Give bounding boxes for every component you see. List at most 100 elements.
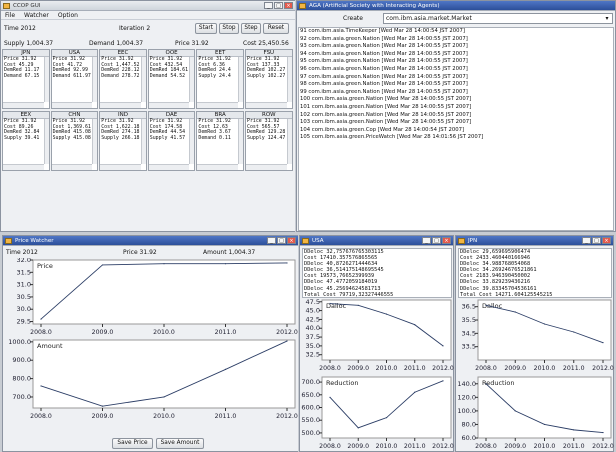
y-tick-label: 600.0 (301, 404, 320, 412)
nation-values: Price 31.92 Cost 45.29 DemRed 11.17 Dema… (4, 56, 40, 79)
vertical-scrollbar[interactable] (286, 57, 292, 102)
horizontal-scrollbar[interactable] (3, 102, 44, 108)
agent-list-item[interactable]: 102 com.ibm.asia.green.Nation [Wed Mar 2… (299, 112, 613, 120)
agent-list-item[interactable]: 94 com.ibm.asia.green.Nation [Wed Mar 28… (299, 51, 613, 59)
close-icon[interactable]: × (287, 237, 296, 244)
vertical-scrollbar[interactable] (286, 119, 292, 164)
agent-list-item[interactable]: 91 com.ibm.asia.TimeKeeper [Wed Mar 28 1… (299, 28, 613, 36)
minimize-icon[interactable]: _ (267, 237, 276, 244)
nation-panel-eet: EET Price 31.92 Cost 6.36 DemRed 24.4 Sup… (196, 49, 244, 109)
minimize-icon[interactable]: _ (582, 237, 591, 244)
close-icon[interactable]: × (442, 237, 451, 244)
horizontal-scrollbar[interactable] (246, 102, 287, 108)
save-price-button[interactable]: Save Price (112, 438, 153, 449)
agent-list[interactable]: 91 com.ibm.asia.TimeKeeper [Wed Mar 28 1… (298, 27, 614, 231)
y-tick-label: 32.0 (17, 258, 31, 264)
horizontal-scrollbar[interactable] (3, 164, 44, 170)
y-tick-label: 900.0 (12, 356, 31, 364)
usa-log[interactable]: DDeloc 32,757676765303115 Cost 17410.357… (302, 248, 452, 298)
agent-list-item[interactable]: 97 com.ibm.asia.green.Nation [Wed Mar 28… (299, 74, 613, 82)
x-tick-label: 2010.0 (376, 443, 398, 450)
minimize-icon[interactable]: _ (264, 2, 273, 9)
agent-list-item[interactable]: 103 com.ibm.asia.green.Nation [Wed Mar 2… (299, 119, 613, 127)
maximize-icon[interactable]: □ (432, 237, 441, 244)
vertical-scrollbar[interactable] (237, 119, 243, 164)
agent-list-item[interactable]: 100 com.ibm.asia.green.Nation [Wed Mar 2… (299, 96, 613, 104)
y-tick-label: 31.0 (17, 281, 31, 289)
x-tick-label: 2009.0 (92, 329, 114, 336)
chart-title: Reduction (326, 379, 359, 387)
agent-list-item[interactable]: 93 com.ibm.asia.green.Nation [Wed Mar 28… (299, 43, 613, 51)
vertical-scrollbar[interactable] (92, 57, 98, 102)
ccop-titlebar[interactable]: CCOP GUI _ □ × (1, 1, 295, 11)
x-tick-label: 2009.0 (504, 443, 526, 450)
vertical-scrollbar[interactable] (140, 57, 146, 102)
save-amount-button[interactable]: Save Amount (156, 438, 204, 449)
vertical-scrollbar[interactable] (43, 57, 49, 102)
close-icon[interactable]: × (284, 2, 293, 9)
x-tick-label: 2011.0 (404, 365, 426, 372)
nation-values: Price 31.92 Cost 41.72 DemRed 92.99 Dema… (52, 56, 91, 79)
menu-option[interactable]: Option (58, 11, 78, 19)
x-tick-label: 2010.0 (534, 443, 556, 450)
step-button[interactable]: Step (241, 23, 261, 34)
agent-list-item[interactable]: 99 com.ibm.asia.green.Nation [Wed Mar 28… (299, 89, 613, 97)
agent-list-item[interactable]: 104 com.ibm.asia.green.Cop [Wed Mar 28 1… (299, 127, 613, 135)
horizontal-scrollbar[interactable] (100, 164, 141, 170)
x-tick-label: 2012.0 (276, 413, 298, 420)
y-tick-label: 35.0 (306, 342, 320, 350)
demand-label: Demand 1,004.37 (89, 40, 144, 47)
usa-titlebar[interactable]: USA _ □ × (300, 236, 453, 246)
create-label: Create (343, 15, 363, 22)
vertical-scrollbar[interactable] (189, 57, 195, 102)
vertical-scrollbar[interactable] (189, 119, 195, 164)
maximize-icon[interactable]: □ (274, 2, 283, 9)
agent-list-item[interactable]: 98 com.ibm.asia.green.Nation [Wed Mar 28… (299, 81, 613, 89)
stop-button[interactable]: Stop (219, 23, 239, 34)
y-tick-label: 100.0 (457, 407, 476, 415)
ccop-window: CCOP GUI _ □ × File Watcher Option Time 20… (0, 0, 296, 232)
reset-button[interactable]: Reset (263, 23, 289, 34)
vertical-scrollbar[interactable] (92, 119, 98, 164)
agent-list-item[interactable]: 92 com.ibm.asia.green.Nation [Wed Mar 28… (299, 36, 613, 44)
menu-watcher[interactable]: Watcher (24, 11, 49, 19)
agents-titlebar[interactable]: AGA (Artificial Society with Interacting… (297, 1, 615, 11)
agent-list-item[interactable]: 96 com.ibm.asia.green.Nation [Wed Mar 28… (299, 66, 613, 74)
x-tick-label: 2009.0 (347, 443, 369, 450)
horizontal-scrollbar[interactable] (51, 102, 93, 108)
ccop-menubar: File Watcher Option (1, 11, 295, 20)
data-point (602, 342, 604, 344)
vertical-scrollbar[interactable] (43, 119, 49, 164)
vertical-scrollbar[interactable] (237, 57, 243, 102)
horizontal-scrollbar[interactable] (148, 102, 190, 108)
data-point (602, 431, 604, 434)
create-class-select[interactable]: com.ibm.asia.market.Market ▾ (383, 13, 613, 24)
agent-list-item[interactable]: 95 com.ibm.asia.green.Nation [Wed Mar 28… (299, 58, 613, 66)
maximize-icon[interactable]: □ (592, 237, 601, 244)
close-icon[interactable]: × (602, 237, 611, 244)
start-button[interactable]: Start (195, 23, 217, 34)
minimize-icon[interactable]: _ (422, 237, 431, 244)
price-watcher-titlebar[interactable]: Price Watcher _ □ × (3, 236, 298, 246)
iteration-label: Iteration 2 (119, 25, 151, 32)
data-point (485, 383, 487, 385)
menu-file[interactable]: File (5, 11, 15, 19)
y-tick-label: 500.0 (301, 429, 320, 437)
horizontal-scrollbar[interactable] (197, 102, 238, 108)
y-tick-label: 45.0 (306, 307, 320, 315)
jpn-titlebar[interactable]: JPN _ □ × (456, 236, 613, 246)
agent-list-item[interactable]: 101 com.ibm.asia.green.Nation [Wed Mar 2… (299, 104, 613, 112)
agent-list-item[interactable]: 105 com.ibm.asia.green.PriceWatch [Wed M… (299, 134, 613, 142)
jpn-log[interactable]: DDeloc 29,659695906474 Cost 2433.4604401… (458, 248, 612, 298)
horizontal-scrollbar[interactable] (197, 164, 238, 170)
data-point (514, 311, 516, 313)
horizontal-scrollbar[interactable] (148, 164, 190, 170)
horizontal-scrollbar[interactable] (246, 164, 287, 170)
vertical-scrollbar[interactable] (140, 119, 146, 164)
horizontal-scrollbar[interactable] (100, 102, 141, 108)
maximize-icon[interactable]: □ (277, 237, 286, 244)
horizontal-scrollbar[interactable] (51, 164, 93, 170)
y-tick-label: 120.0 (457, 393, 476, 401)
data-point (543, 423, 546, 426)
data-point (414, 391, 416, 393)
